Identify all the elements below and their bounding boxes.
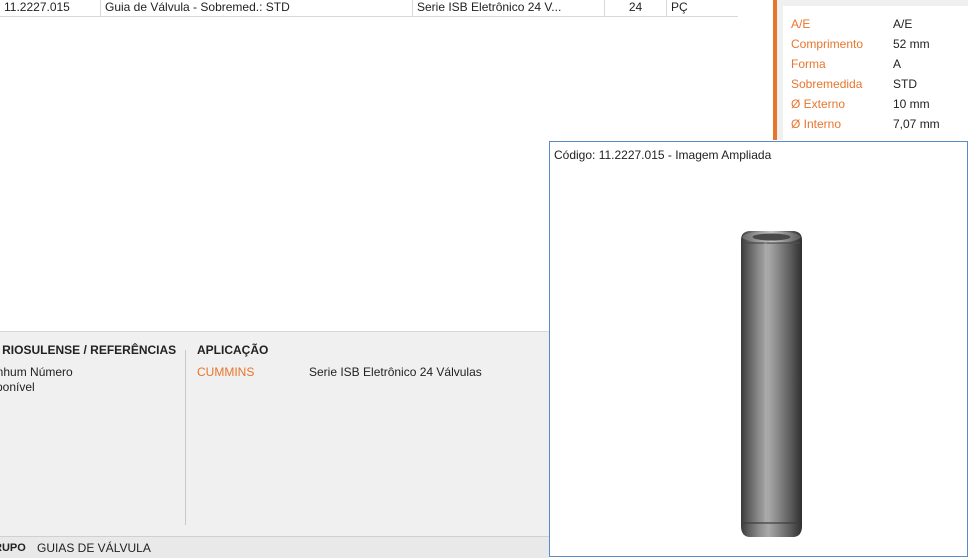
spec-value: STD [893,77,917,91]
spec-label: A/E [791,17,811,31]
spec-value: 10 mm [893,97,930,111]
cell-application: Serie ISB Eletrônico 24 V... [413,0,605,16]
group-bar: RUPO GUIAS DE VÁLVULA [0,536,549,558]
application-description: Serie ISB Eletrônico 24 Válvulas [309,365,482,379]
spec-row-comprimento: Comprimento 52 mm [783,34,968,54]
references-title: ° RIOSULENSE / REFERÊNCIAS [0,343,177,357]
spec-row-interno: Ø Interno 7,07 mm [783,114,968,134]
spec-label: Sobremedida [791,77,863,91]
group-label: RUPO [0,542,26,554]
spec-value: A [893,57,902,71]
spec-row-ae: A/E A/E [783,14,968,34]
references-line: enhum Número [0,365,73,379]
cell-unit: PÇ [671,0,688,14]
spec-list: A/E A/E Comprimento 52 mm Forma A Sobrem… [783,6,968,140]
spec-label: Ø Interno [791,117,842,131]
spec-panel: A/E A/E Comprimento 52 mm Forma A Sobrem… [773,0,968,140]
image-popup-window[interactable]: Código: 11.2227.015 - Imagem Ampliada [549,141,968,557]
cell-description: Guia de Válvula - Sobremed.: STD [101,0,413,16]
spec-value: A/E [893,17,913,31]
detail-panel: ° RIOSULENSE / REFERÊNCIAS enhum Número … [0,331,549,537]
spec-label: Ø Externo [791,97,846,111]
section-divider [185,350,186,525]
cell-quantity: 24 [605,0,667,16]
valve-guide-shape [741,231,802,537]
spec-row-forma: Forma A [783,54,968,74]
spec-value: 52 mm [893,37,930,51]
application-brand-link[interactable]: CUMMINS [197,365,254,379]
spec-label: Comprimento [791,37,864,51]
references-text: enhum Número sponível [0,365,170,395]
spec-label: Forma [791,57,826,71]
references-line: sponível [0,380,35,394]
application-title: APLICAÇÃO [197,343,269,357]
cell-code: 11.2227.015 [0,0,101,16]
spec-row-sobremedida: Sobremedida STD [783,74,968,94]
spec-row-externo: Ø Externo 10 mm [783,94,968,114]
table-row[interactable]: 11.2227.015 Guia de Válvula - Sobremed.:… [0,0,738,17]
valve-guide-image [741,231,802,537]
spec-value: 7,07 mm [893,117,940,131]
group-value: GUIAS DE VÁLVULA [37,541,151,555]
